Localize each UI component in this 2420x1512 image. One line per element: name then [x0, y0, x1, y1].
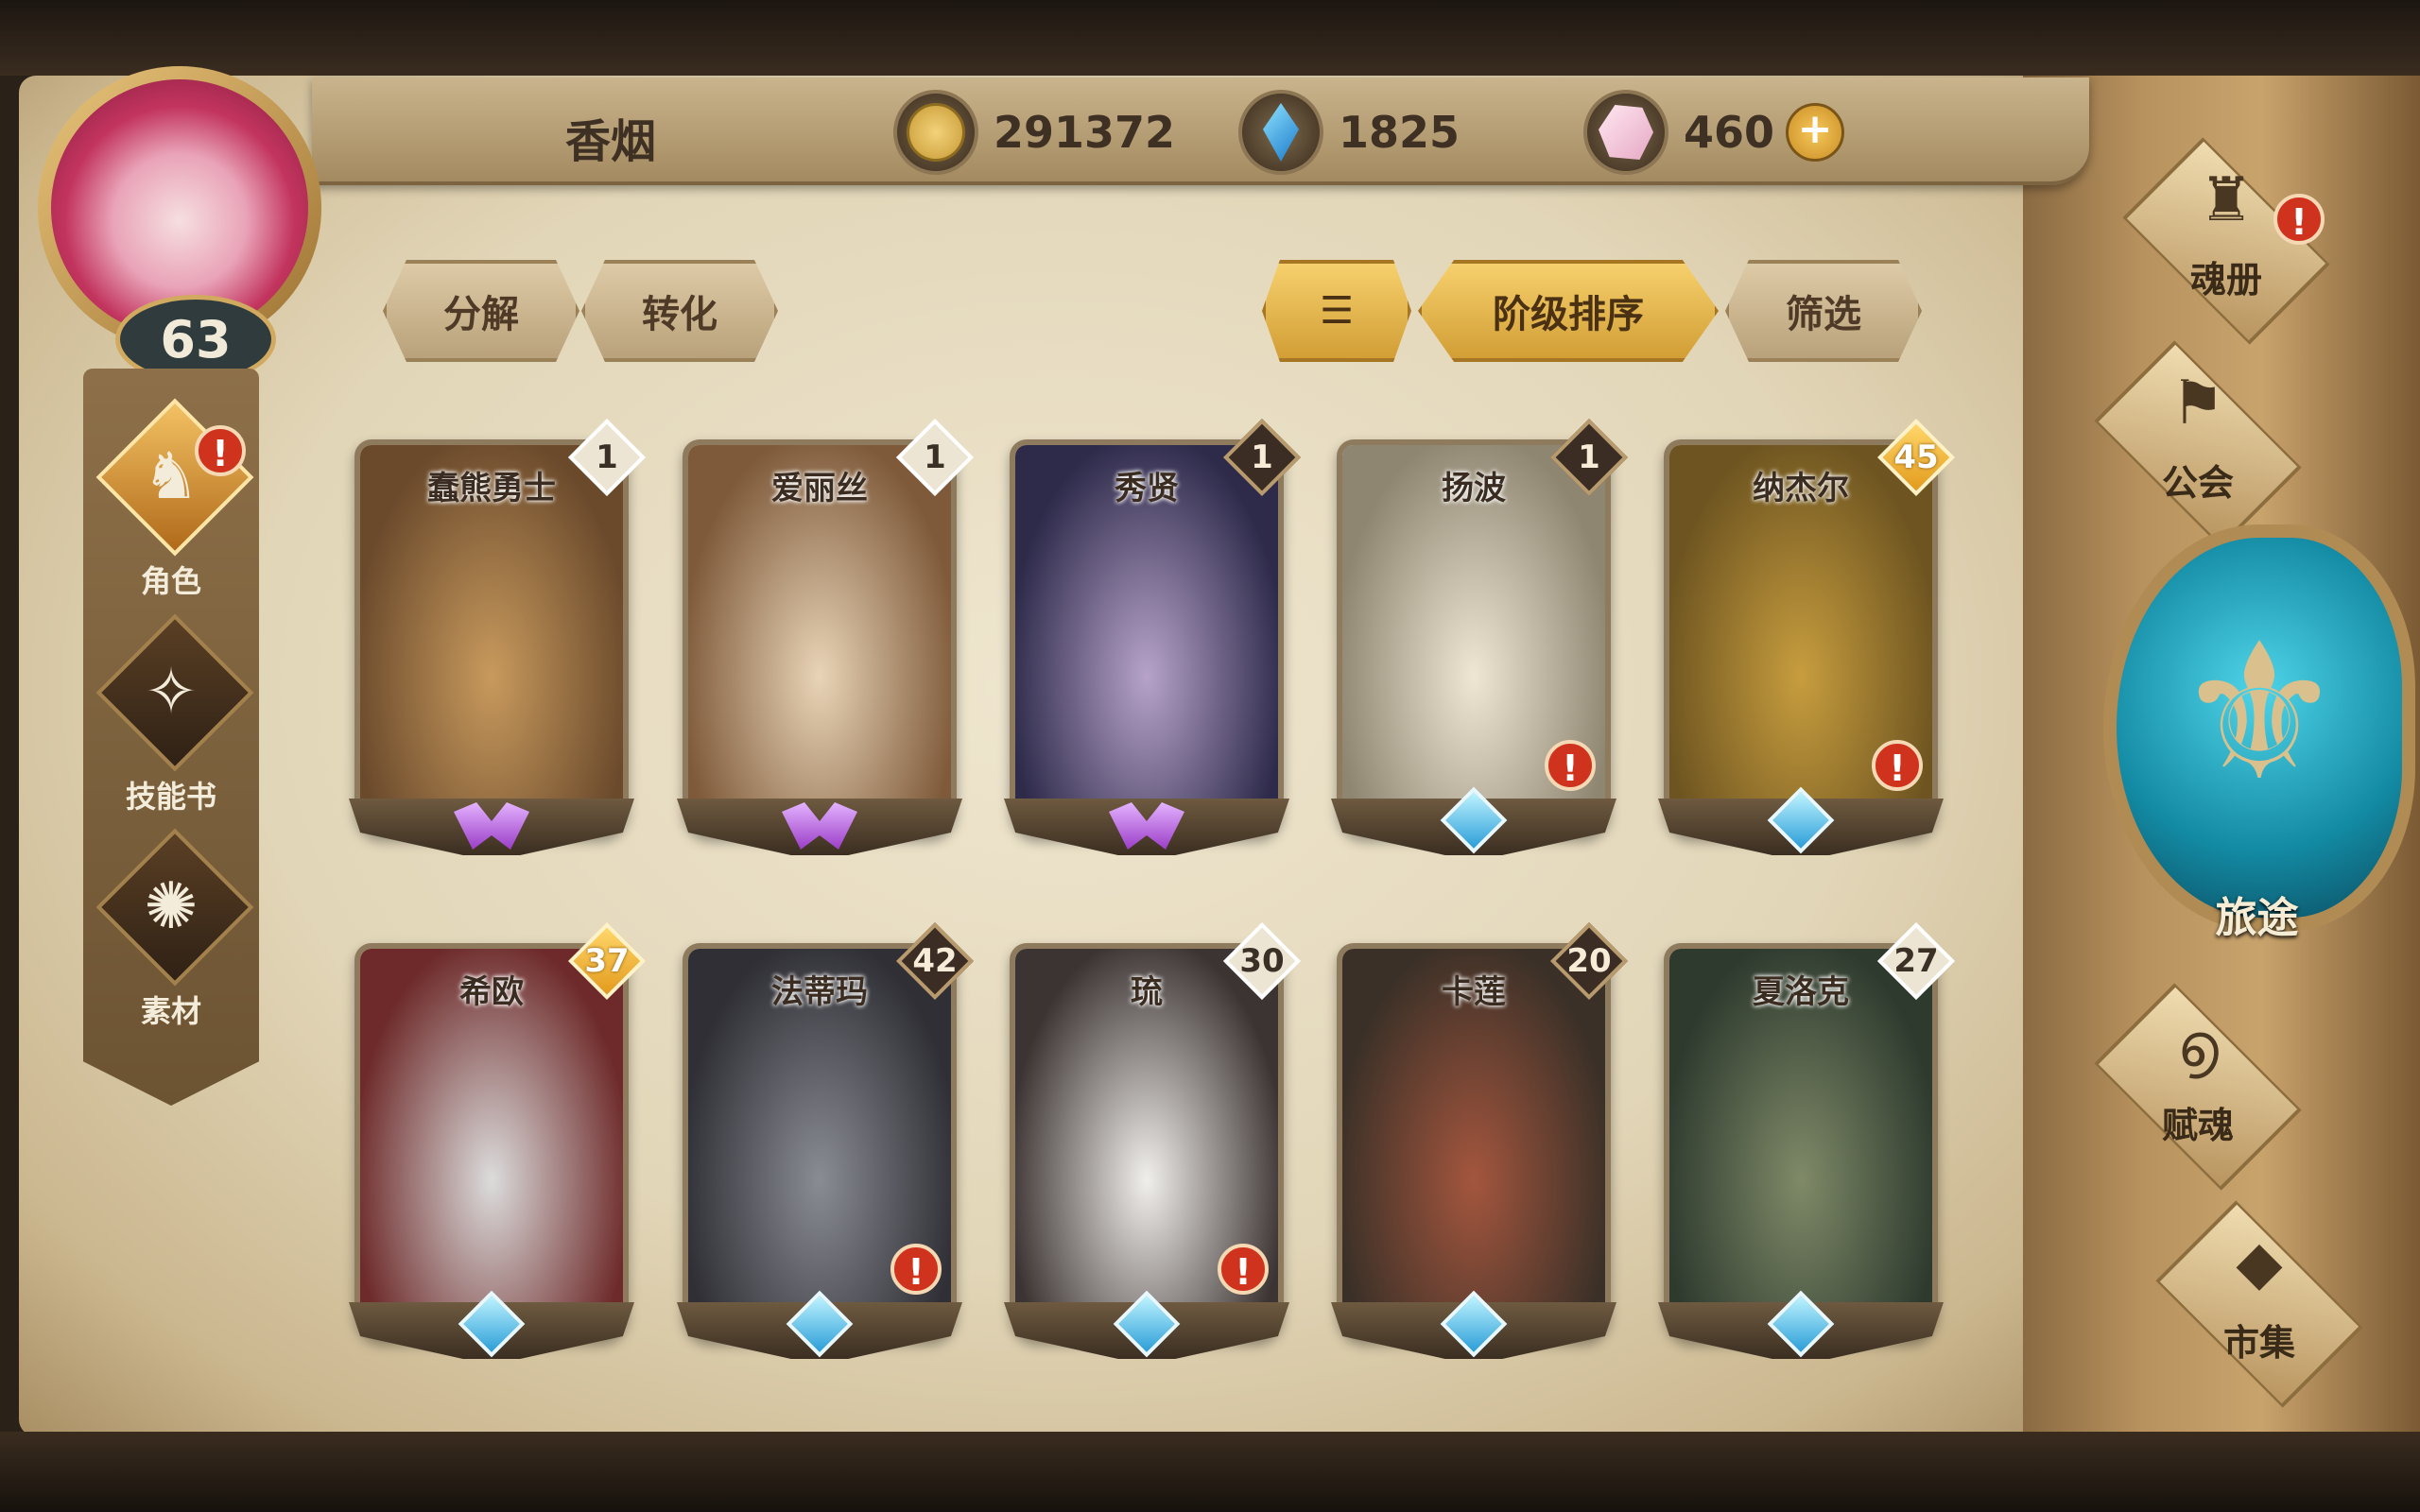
guild-button[interactable]: ⚑ 公会 [2056, 340, 2340, 548]
soul-infuse-icon: ൭ [2177, 1011, 2219, 1081]
character-card[interactable]: 夏洛克 27 [1658, 921, 1956, 1368]
level-value: 27 [1893, 942, 1939, 980]
player-name: 香烟 [565, 115, 657, 168]
nav-label: 技能书 [125, 779, 216, 815]
crystal-icon [1583, 90, 1668, 175]
filter-button[interactable]: 筛选 [1725, 260, 1922, 362]
level-badge: 30 [1222, 921, 1302, 1001]
player-avatar[interactable]: 63 [21, 66, 342, 384]
crystal-resource: 460 + [1583, 90, 1845, 175]
sort-icon: ☰ [1320, 289, 1354, 333]
alert-icon: ! [1872, 740, 1923, 791]
character-card[interactable]: 扬波 1! [1331, 418, 1629, 865]
level-value: 1 [1578, 438, 1600, 476]
nav-label: 角色 [140, 563, 201, 599]
journey-button[interactable]: ⚜ 旅途 [2094, 515, 2420, 988]
soul-book-button[interactable]: ♜ 魂册 ! [2084, 137, 2368, 345]
character-card[interactable]: 琉 30! [1004, 921, 1302, 1368]
add-crystal-button[interactable]: + [1786, 103, 1845, 162]
alert-icon: ! [195, 425, 246, 476]
bottom-frame [0, 1432, 2420, 1512]
level-value: 20 [1566, 942, 1612, 980]
soul-infuse-button[interactable]: ൭ 赋魂 [2056, 983, 2340, 1191]
level-badge: 1 [895, 418, 975, 497]
market-icon: ◆ [2236, 1228, 2283, 1298]
menu-label: 旅途 [2215, 894, 2299, 942]
convert-button[interactable]: 转化 [581, 260, 778, 362]
character-card[interactable]: 法蒂玛 42! [677, 921, 975, 1368]
menu-label: 赋魂 [2161, 1105, 2234, 1146]
gold-value: 291372 [994, 107, 1176, 158]
level-value: 1 [1251, 438, 1273, 476]
guild-icon: ⚑ [2170, 369, 2225, 438]
character-card[interactable]: 爱丽丝 1 [677, 418, 975, 865]
character-card[interactable]: 纳杰尔 45! [1658, 418, 1956, 865]
character-card[interactable]: 希欧 37 [349, 921, 647, 1368]
alert-icon: ! [1218, 1244, 1269, 1295]
top-frame [0, 0, 2420, 76]
skill-book-icon: ✧ [144, 655, 199, 730]
character-card[interactable]: 蠢熊勇士 1 [349, 418, 647, 865]
level-value: 30 [1239, 942, 1285, 980]
level-value: 42 [912, 942, 958, 980]
level-badge: 1 [567, 418, 647, 497]
nav-item-material[interactable]: ✺ 素材 [83, 828, 259, 1044]
level-badge: 20 [1549, 921, 1629, 1001]
gem-resource: 1825 [1238, 90, 1460, 175]
menu-label: 市集 [2222, 1322, 2295, 1364]
market-button[interactable]: ◆ 市集 [2118, 1200, 2401, 1408]
level-badge: 1 [1222, 418, 1302, 497]
gem-value: 1825 [1339, 107, 1461, 158]
menu-label: 公会 [2161, 462, 2234, 504]
level-badge: 27 [1876, 921, 1956, 1001]
alert-icon: ! [890, 1244, 942, 1295]
character-card[interactable]: 秀贤 1 [1004, 418, 1302, 865]
decompose-button[interactable]: 分解 [383, 260, 579, 362]
menu-label: 魂册 [2189, 259, 2262, 301]
level-value: 45 [1893, 438, 1939, 476]
level-badge: 1 [1549, 418, 1629, 497]
soul-book-icon: ♜ [2199, 165, 2254, 235]
level-value: 1 [596, 438, 618, 476]
level-value: 37 [584, 942, 630, 980]
nav-item-skill-book[interactable]: ✧ 技能书 [83, 613, 259, 830]
sort-by-rank-button[interactable]: 阶级排序 [1418, 260, 1719, 362]
nav-item-character[interactable]: ♞ 角色 ! [83, 398, 259, 614]
level-badge: 37 [567, 921, 647, 1001]
material-icon: ✺ [144, 869, 199, 944]
level-badge: 45 [1876, 418, 1956, 497]
sort-order-button[interactable]: ☰ [1262, 260, 1411, 362]
gold-resource: 291372 [893, 90, 1175, 175]
character-card[interactable]: 卡莲 20 [1331, 921, 1629, 1368]
journey-emblem-icon: ⚜ [2174, 603, 2344, 823]
alert-icon: ! [1545, 740, 1596, 791]
crystal-value: 460 [1684, 107, 1775, 158]
level-value: 1 [924, 438, 946, 476]
level-badge: 42 [895, 921, 975, 1001]
blue-gem-icon [1238, 90, 1323, 175]
nav-label: 素材 [140, 993, 201, 1029]
gold-coin-icon [893, 90, 978, 175]
alert-icon: ! [2273, 194, 2325, 245]
